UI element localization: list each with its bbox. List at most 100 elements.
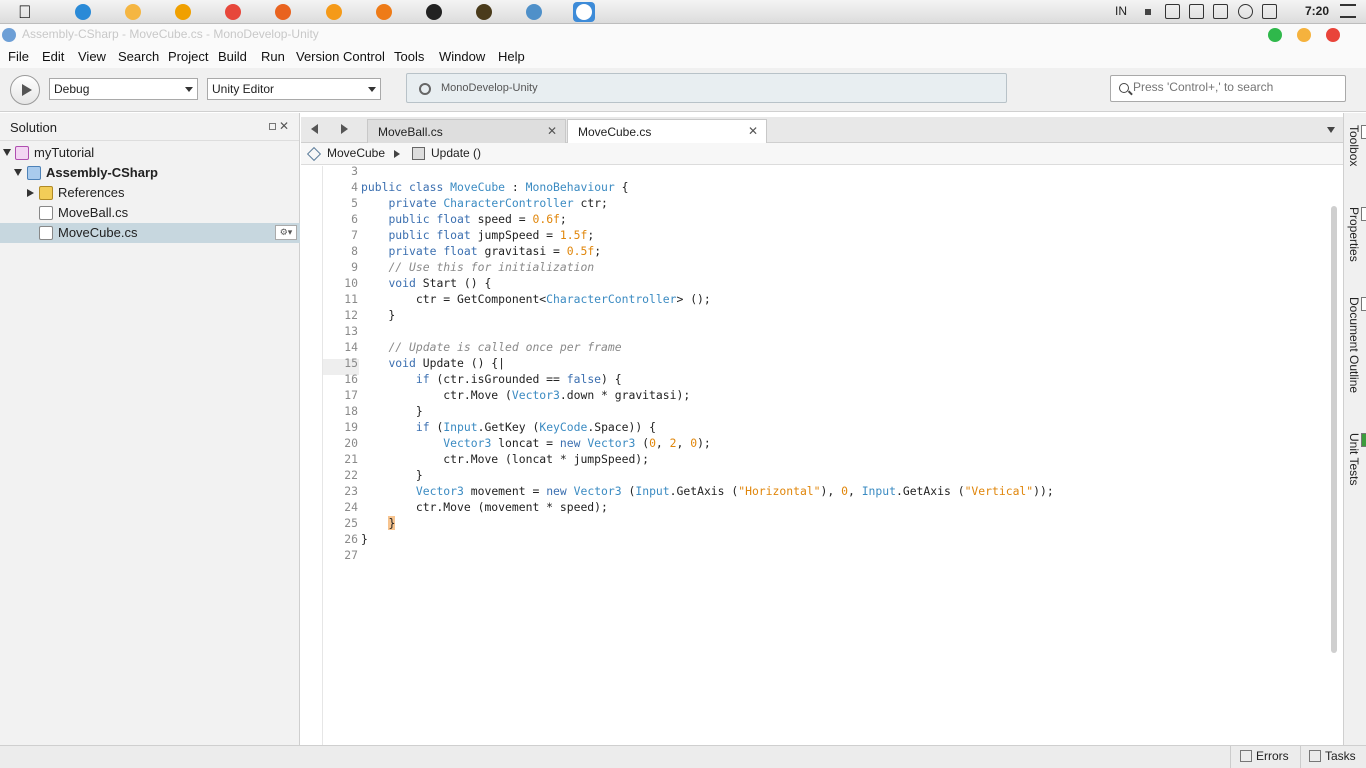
tasks-button[interactable]: Tasks: [1309, 749, 1356, 763]
maximize-button[interactable]: [1268, 28, 1282, 42]
menu-window[interactable]: Window: [439, 49, 485, 64]
expand-arrow-icon[interactable]: [14, 169, 22, 176]
monodevelop-icon-glyph: [576, 4, 592, 20]
errors-button[interactable]: Errors: [1240, 749, 1289, 763]
code-line[interactable]: 26}: [323, 531, 1323, 547]
pad-toolbox[interactable]: Toolbox: [1347, 125, 1366, 166]
close-icon[interactable]: ✕: [279, 119, 289, 133]
global-search[interactable]: [1110, 75, 1346, 102]
menu-build[interactable]: Build: [218, 49, 247, 64]
menu-search[interactable]: Search: [118, 49, 159, 64]
code-line[interactable]: 23 Vector3 movement = new Vector3 (Input…: [323, 483, 1323, 499]
windows-icon[interactable]: [1189, 4, 1204, 19]
code-line[interactable]: 3: [323, 163, 1323, 179]
tab-list-icon[interactable]: [1327, 127, 1335, 133]
close-tab-icon[interactable]: ✕: [748, 124, 758, 138]
menu-file[interactable]: File: [8, 49, 29, 64]
configuration-select[interactable]: Debug: [49, 78, 198, 100]
menu-tools[interactable]: Tools: [394, 49, 424, 64]
code-line[interactable]: 25 }: [323, 515, 1323, 531]
code-line[interactable]: 18 }: [323, 403, 1323, 419]
code-line[interactable]: 12 }: [323, 307, 1323, 323]
firefox-alt-icon[interactable]: [323, 2, 345, 22]
minimize-button[interactable]: [1297, 28, 1311, 42]
pad-properties[interactable]: Properties: [1347, 207, 1366, 262]
clock[interactable]: 7:20: [1305, 4, 1329, 18]
menu-list-icon[interactable]: [1340, 4, 1356, 18]
tools-icon[interactable]: [523, 2, 545, 22]
tree-item-label: References: [58, 185, 125, 200]
signal-icon[interactable]: [1262, 4, 1277, 19]
code-editor[interactable]: 3 4 public class MoveCube : MonoBehaviour …: [301, 163, 1343, 745]
code-line[interactable]: 7 public float jumpSpeed = 1.5f;: [323, 227, 1323, 243]
menu-project[interactable]: Project: [168, 49, 208, 64]
target-select[interactable]: Unity Editor: [207, 78, 381, 100]
code-line[interactable]: 6 public float speed = 0.6f;: [323, 211, 1323, 227]
close-tab-icon[interactable]: ✕: [547, 124, 557, 138]
tab-moveball[interactable]: MoveBall.cs ✕: [367, 119, 566, 143]
run-button[interactable]: [10, 75, 40, 105]
code-line[interactable]: 27: [323, 547, 1323, 563]
devices-icon[interactable]: [1213, 4, 1228, 19]
code-text: Vector3 movement = new Vector3 (Input.Ge…: [415, 484, 1054, 498]
code-line[interactable]: 11 ctr = GetComponent<CharacterControlle…: [323, 291, 1323, 307]
code-line[interactable]: 4 public class MoveCube : MonoBehaviour {: [323, 179, 1323, 195]
finder-icon[interactable]: [122, 2, 144, 22]
keyboard-language[interactable]: IN: [1115, 4, 1127, 18]
search-input[interactable]: [1133, 80, 1338, 94]
code-line[interactable]: 24 ctr.Move (movement * speed);: [323, 499, 1323, 515]
code-line[interactable]: 5 private CharacterController ctr;: [323, 195, 1323, 211]
tab-movecube[interactable]: MoveCube.cs ✕: [567, 119, 767, 144]
dock-icon[interactable]: [269, 123, 276, 130]
tree-item-moveball[interactable]: MoveBall.cs: [0, 203, 300, 223]
breadcrumb-method[interactable]: Update (): [431, 146, 481, 160]
line-number: 24: [344, 500, 358, 514]
breadcrumb-class[interactable]: MoveCube: [327, 146, 385, 160]
tab-prev-icon[interactable]: [311, 124, 318, 134]
pad-unit-tests[interactable]: Unit Tests: [1347, 433, 1366, 485]
tree-item-mytutorial[interactable]: myTutorial: [0, 143, 300, 163]
menu-edit[interactable]: Edit: [42, 49, 64, 64]
gear-icon[interactable]: ⚙▾: [275, 225, 297, 240]
code-line[interactable]: 20 Vector3 loncat = new Vector3 (0, 2, 0…: [323, 435, 1323, 451]
internet-explorer-icon[interactable]: [72, 2, 94, 22]
blender-icon[interactable]: [373, 2, 395, 22]
apple-icon[interactable]: : [18, 2, 36, 22]
code-line[interactable]: 21 ctr.Move (loncat * jumpSpeed);: [323, 451, 1323, 467]
vertical-scrollbar[interactable]: [1331, 206, 1337, 653]
code-line[interactable]: 22 }: [323, 467, 1323, 483]
code-line[interactable]: 19 if (Input.GetKey (KeyCode.Space)) {: [323, 419, 1323, 435]
unity-icon[interactable]: [423, 2, 445, 22]
pad-document-outline[interactable]: Document Outline: [1347, 297, 1366, 393]
chrome-icon[interactable]: [222, 2, 244, 22]
code-line[interactable]: 17 ctr.Move (Vector3.down * gravitasi);: [323, 387, 1323, 403]
code-line[interactable]: 16 if (ctr.isGrounded == false) {: [323, 371, 1323, 387]
code-line[interactable]: 9 // Use this for initialization: [323, 259, 1323, 275]
editor-icon[interactable]: [473, 2, 495, 22]
menu-view[interactable]: View: [78, 49, 106, 64]
stop-icon[interactable]: [1145, 9, 1151, 15]
flag-icon[interactable]: [1165, 4, 1180, 19]
tree-item-references[interactable]: References: [0, 183, 300, 203]
menu-help[interactable]: Help: [498, 49, 525, 64]
expand-arrow-icon[interactable]: [3, 149, 11, 156]
menu-version-control[interactable]: Version Control: [296, 49, 385, 64]
collapse-arrow-icon[interactable]: [27, 189, 34, 197]
code-line[interactable]: 14 // Update is called once per frame: [323, 339, 1323, 355]
tab-label: MoveCube.cs: [578, 125, 652, 139]
tree-item-movecube[interactable]: MoveCube.cs ⚙▾: [0, 223, 300, 243]
menu-run[interactable]: Run: [261, 49, 285, 64]
code-line[interactable]: 15 void Update () {|: [323, 355, 1323, 371]
firefox-icon[interactable]: [272, 2, 294, 22]
media-player-icon[interactable]: [172, 2, 194, 22]
code-line[interactable]: 10 void Start () {: [323, 275, 1323, 291]
code-line[interactable]: 13: [323, 323, 1323, 339]
tree-item-assembly-csharp[interactable]: Assembly-CSharp: [0, 163, 300, 183]
code-line[interactable]: 8 private float gravitasi = 0.5f;: [323, 243, 1323, 259]
close-button[interactable]: [1326, 28, 1340, 42]
editor-gutter[interactable]: [301, 166, 323, 745]
volume-icon[interactable]: [1238, 4, 1253, 19]
tasks-label: Tasks: [1325, 749, 1356, 763]
monodevelop-icon[interactable]: [573, 2, 595, 22]
tab-next-icon[interactable]: [341, 124, 348, 134]
